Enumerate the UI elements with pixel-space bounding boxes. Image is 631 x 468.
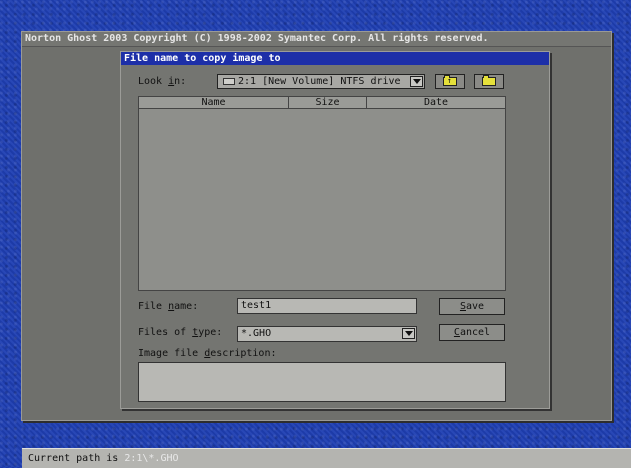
file-name-input[interactable]: test1 bbox=[237, 298, 417, 314]
look-in-dropdown-button[interactable] bbox=[410, 76, 423, 87]
description-label-part: Image file bbox=[138, 348, 205, 359]
files-of-type-dropdown-button[interactable] bbox=[402, 328, 415, 339]
look-in-label-part: n: bbox=[174, 76, 187, 87]
description-label: Image file description: bbox=[138, 348, 277, 359]
status-bar: Current path is 2:1\*.GHO bbox=[22, 448, 631, 468]
file-name-label-part: ame: bbox=[174, 301, 199, 312]
file-name-label: File name: bbox=[138, 301, 198, 312]
file-list-header: Name Size Date bbox=[139, 97, 505, 109]
chevron-down-icon bbox=[404, 331, 413, 336]
cancel-button-label: ancel bbox=[459, 327, 491, 338]
new-folder-icon bbox=[482, 75, 496, 86]
column-header-name[interactable]: Name bbox=[139, 97, 289, 109]
file-name-label-part: File bbox=[138, 301, 169, 312]
save-button-label: ave bbox=[465, 301, 485, 312]
look-in-value: 2:1 [New Volume] NTFS drive bbox=[238, 76, 401, 87]
file-list[interactable]: Name Size Date bbox=[138, 96, 506, 291]
current-path: 2:1\*.GHO bbox=[124, 453, 179, 464]
files-of-type-label-part: ype: bbox=[198, 327, 223, 338]
look-in-dropdown[interactable]: 2:1 [New Volume] NTFS drive bbox=[217, 74, 425, 89]
cancel-button[interactable]: Cancel bbox=[439, 324, 505, 341]
column-header-size[interactable]: Size bbox=[289, 97, 367, 109]
folder-up-icon: ↑ bbox=[443, 75, 457, 86]
look-in-label: Look in: bbox=[138, 76, 186, 87]
column-header-date[interactable]: Date bbox=[367, 97, 505, 109]
save-image-dialog: File name to copy image to Look in: 2:1 … bbox=[120, 51, 550, 409]
description-label-part: escription: bbox=[210, 348, 277, 359]
status-prefix: Current path is bbox=[28, 453, 125, 464]
save-button[interactable]: Save bbox=[439, 298, 505, 315]
app-title-bar: Norton Ghost 2003 Copyright (C) 1998-200… bbox=[22, 32, 611, 47]
ghost-main-window: Norton Ghost 2003 Copyright (C) 1998-200… bbox=[21, 31, 612, 421]
files-of-type-label-part: Files of bbox=[138, 327, 193, 338]
files-of-type-dropdown[interactable]: *.GHO bbox=[237, 326, 417, 342]
new-folder-button[interactable] bbox=[474, 74, 504, 89]
drive-icon bbox=[223, 78, 235, 85]
look-in-label-part: Look bbox=[138, 76, 169, 87]
files-of-type-value: *.GHO bbox=[241, 328, 272, 339]
files-of-type-label: Files of type: bbox=[138, 327, 222, 338]
chevron-down-icon bbox=[412, 79, 421, 84]
description-textarea[interactable] bbox=[138, 362, 506, 402]
up-folder-button[interactable]: ↑ bbox=[435, 74, 465, 89]
dialog-title: File name to copy image to bbox=[121, 52, 549, 65]
